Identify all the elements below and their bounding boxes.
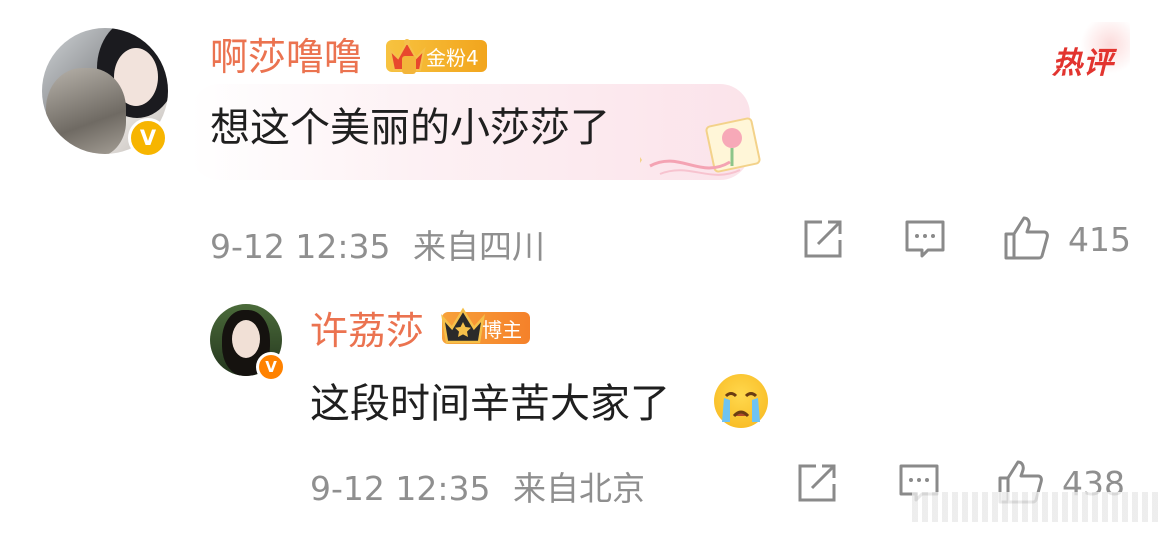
- reply-username[interactable]: 许荔莎: [310, 312, 424, 350]
- comment-icon[interactable]: [904, 218, 946, 260]
- location: 来自四川: [413, 227, 545, 266]
- host-badge[interactable]: 博主: [441, 307, 530, 344]
- hot-comment-label: 热评: [1052, 46, 1114, 81]
- host-badge-label: 博主: [482, 317, 522, 342]
- share-icon[interactable]: [796, 462, 838, 504]
- crying-emoji-icon: [714, 374, 768, 428]
- share-icon[interactable]: [802, 218, 844, 260]
- verified-icon: V: [128, 118, 168, 158]
- like-icon[interactable]: [1002, 214, 1050, 262]
- timestamp: 9-12 12:35: [310, 469, 491, 508]
- location: 来自北京: [513, 469, 645, 508]
- username[interactable]: 啊莎噜噜: [210, 38, 362, 76]
- timestamp: 9-12 12:35: [210, 227, 391, 266]
- crown-icon: [388, 39, 426, 74]
- verified-icon: V: [256, 352, 286, 382]
- like-count: 415: [1068, 220, 1131, 259]
- reply-text: 这段时间辛苦大家了: [310, 381, 670, 427]
- reply-meta: 9-12 12:35 来自北京: [310, 462, 645, 510]
- watermark-overlay: [912, 492, 1162, 522]
- crown-icon: [441, 307, 485, 344]
- tulip-decoration-icon: [640, 117, 761, 176]
- fan-badge-label: 金粉4: [426, 45, 479, 70]
- fan-badge[interactable]: 金粉4: [386, 39, 487, 74]
- comment-text: 想这个美丽的小莎莎了: [210, 105, 610, 151]
- comment-meta: 9-12 12:35 来自四川: [210, 220, 545, 268]
